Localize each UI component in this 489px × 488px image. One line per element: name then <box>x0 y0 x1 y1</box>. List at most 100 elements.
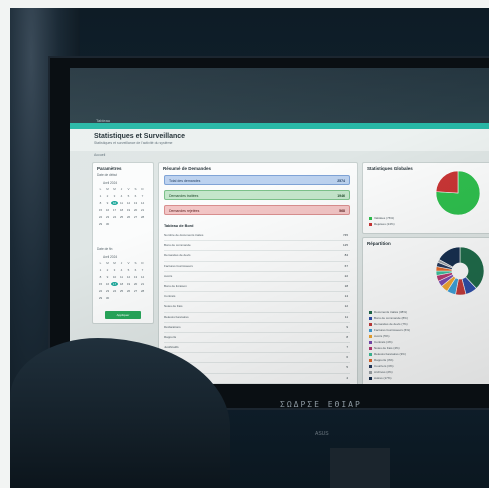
table-row[interactable]: Bons de livraison 18 <box>164 282 350 293</box>
end-calendar-grid[interactable]: L M M J V S D 1 2 3 4 5 6 7 8 9 10 11 12 13 14 15 16 17 18 19 20 21… <box>97 261 146 300</box>
table-row[interactable]: Contrats 14 <box>164 292 350 303</box>
calendar-day[interactable]: L <box>97 187 104 191</box>
calendar-day[interactable]: M <box>104 261 111 265</box>
calendar-day[interactable]: 24 <box>111 215 118 219</box>
calendar-day[interactable]: M <box>111 261 118 265</box>
start-calendar-grid[interactable]: L M M J V S D 1 2 3 4 5 6 7 8 9 10 11 12 13 14 15 16 17 18 19 20 21… <box>97 187 146 226</box>
table-row[interactable]: Déclarations 9 <box>164 323 350 333</box>
row-value: 67 <box>344 263 348 268</box>
table-row[interactable]: Factures fournisseurs 67 <box>164 262 350 272</box>
calendar-day[interactable]: 13 <box>132 275 139 279</box>
calendar-day[interactable]: 2 <box>104 268 111 272</box>
calendar-day[interactable]: 20 <box>132 208 139 212</box>
calendar-day[interactable]: 30 <box>104 222 111 226</box>
calendar-day[interactable]: S <box>132 187 139 191</box>
calendar-day[interactable]: 21 <box>139 282 146 286</box>
calendar-day[interactable]: 12 <box>125 201 132 205</box>
calendar-day[interactable]: 1 <box>97 194 104 198</box>
stat-processed-label: Demandes traitées <box>169 194 199 198</box>
calendar-day[interactable]: V <box>125 187 132 191</box>
calendar-day[interactable]: 15 <box>97 282 104 286</box>
calendar-day[interactable]: 19 <box>125 282 132 286</box>
calendar-day[interactable]: L <box>97 261 104 265</box>
calendar-day[interactable]: 5 <box>125 268 132 272</box>
calendar-day[interactable]: J <box>118 187 125 191</box>
calendar-day[interactable]: 24 <box>111 289 118 293</box>
calendar-day[interactable]: 8 <box>97 275 104 279</box>
table-row[interactable]: Avoirs 22 <box>164 272 350 282</box>
calendar-day[interactable]: 30 <box>104 296 111 300</box>
calendar-day[interactable]: 9 <box>104 201 111 205</box>
end-month[interactable]: Avril 2024 <box>103 255 117 259</box>
calendar-day[interactable]: 4 <box>118 194 125 198</box>
calendar-day[interactable]: 25 <box>118 289 125 293</box>
calendar-day[interactable]: 22 <box>97 289 104 293</box>
stat-total[interactable]: Total des demandes 2574 <box>164 175 350 185</box>
calendar-day[interactable]: 27 <box>132 289 139 293</box>
calendar-day[interactable]: 6 <box>132 268 139 272</box>
table-row[interactable]: Courriers6 <box>164 353 350 364</box>
breadcrumb[interactable]: Accueil <box>94 153 105 157</box>
calendar-day[interactable]: S <box>132 261 139 265</box>
calendar-day[interactable]: J <box>118 261 125 265</box>
calendar-day[interactable]: V <box>125 261 132 265</box>
calendar-day[interactable]: 28 <box>139 289 146 293</box>
calendar-day[interactable]: 6 <box>132 194 139 198</box>
calendar-day[interactable]: 28 <box>139 215 146 219</box>
row-value: 4 <box>346 375 348 380</box>
calendar-day[interactable]: 18 <box>118 282 125 286</box>
calendar-day[interactable]: 16 <box>104 282 111 286</box>
table-row[interactable]: Relevés bancaires 11 <box>164 313 350 323</box>
calendar-day[interactable]: M <box>104 187 111 191</box>
calendar-day[interactable]: 20 <box>132 282 139 286</box>
calendar-day[interactable]: 29 <box>97 296 104 300</box>
calendar-day[interactable]: 19 <box>125 208 132 212</box>
calendar-day[interactable]: 9 <box>104 275 111 279</box>
calendar-day[interactable]: 25 <box>118 215 125 219</box>
calendar-day[interactable]: 21 <box>139 208 146 212</box>
calendar-day[interactable]: 7 <box>139 194 146 198</box>
table-row[interactable]: Nombre de documents traités 745 <box>164 231 350 242</box>
calendar-day[interactable]: 11 <box>118 201 125 205</box>
calendar-day[interactable]: 12 <box>125 275 132 279</box>
table-row[interactable]: Notes de frais 12 <box>164 302 350 313</box>
stat-processed[interactable]: Demandes traitées 1946 <box>164 190 350 200</box>
calendar-day[interactable]: 14 <box>139 201 146 205</box>
stat-rejected[interactable]: Demandes rejetées 568 <box>164 205 350 215</box>
calendar-day[interactable]: 7 <box>139 268 146 272</box>
table-row[interactable]: Demandes de devis 84 <box>164 251 350 262</box>
calendar-day[interactable]: 5 <box>125 194 132 198</box>
calendar-day[interactable]: 4 <box>118 268 125 272</box>
calendar-day[interactable]: 23 <box>104 215 111 219</box>
start-month[interactable]: Avril 2024 <box>103 181 117 185</box>
calendar-day[interactable]: 10 <box>111 275 118 279</box>
calendar-day[interactable]: 16 <box>104 208 111 212</box>
calendar-day[interactable]: 26 <box>125 289 132 293</box>
calendar-day[interactable]: D <box>139 261 146 265</box>
calendar-day[interactable]: D <box>139 187 146 191</box>
calendar-day[interactable]: 27 <box>132 215 139 219</box>
table-row[interactable]: Rapports 8 <box>164 333 350 344</box>
calendar-day[interactable]: 18 <box>118 208 125 212</box>
calendar-day[interactable]: 8 <box>97 201 104 205</box>
calendar-day[interactable]: 2 <box>104 194 111 198</box>
calendar-day[interactable]: 3 <box>111 268 118 272</box>
calendar-day[interactable]: 15 <box>97 208 104 212</box>
calendar-day[interactable]: 1 <box>97 268 104 272</box>
calendar-day[interactable]: 14 <box>139 275 146 279</box>
calendar-day[interactable]: 26 <box>125 215 132 219</box>
calendar-day[interactable]: 11 <box>118 275 125 279</box>
calendar-day[interactable]: 17 <box>111 208 118 212</box>
calendar-day[interactable]: M <box>111 187 118 191</box>
table-row[interactable]: Bons de commande 125 <box>164 241 350 252</box>
pie-slice-rejet-es[interactable] <box>435 170 459 194</box>
calendar-day[interactable]: 13 <box>132 201 139 205</box>
calendar-day[interactable]: 17 <box>111 282 118 286</box>
calendar-day[interactable]: 23 <box>104 289 111 293</box>
apply-button[interactable]: Appliquer <box>105 311 141 319</box>
calendar-day[interactable]: 22 <box>97 215 104 219</box>
calendar-day[interactable]: 10 <box>111 201 118 205</box>
table-row[interactable]: Justificatifs 7 <box>164 343 350 354</box>
calendar-day[interactable]: 3 <box>111 194 118 198</box>
calendar-day[interactable]: 29 <box>97 222 104 226</box>
